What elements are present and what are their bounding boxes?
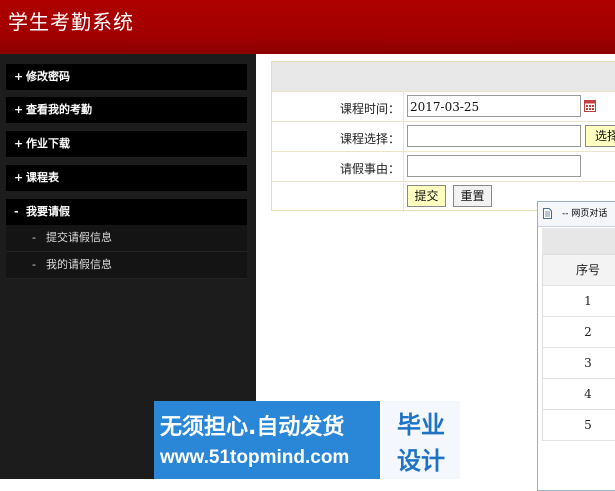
sidebar-item-request-leave[interactable]: - 我要请假	[6, 199, 247, 225]
form-row-reason: 请假事由：	[272, 151, 615, 182]
table-row[interactable]: 5	[543, 410, 615, 441]
sidebar-item-label: 课程表	[26, 171, 59, 184]
table-row[interactable]: 2	[543, 317, 615, 348]
reset-button[interactable]: 重置	[453, 185, 492, 207]
sidebar-item-label: 修改密码	[26, 70, 70, 83]
watermark-banner: 无须担心.自动发货 www.51topmind.com 毕业 设计	[154, 401, 460, 479]
select-course-button[interactable]: 选择	[585, 125, 615, 147]
dialog-titlebar[interactable]: -- 网页对话	[538, 202, 615, 227]
sidebar-item-label: 查看我的考勤	[26, 103, 92, 116]
watermark-badge-line1: 毕业	[397, 411, 445, 439]
course-select-input[interactable]	[407, 125, 581, 147]
table-header-index: 序号	[543, 254, 615, 286]
sidebar-item-my-attendance[interactable]: + 查看我的考勤	[6, 97, 247, 123]
sidebar-item-change-password[interactable]: + 修改密码	[6, 64, 247, 90]
dash-icon: -	[32, 231, 36, 244]
expand-icon: +	[14, 70, 24, 83]
expand-icon: +	[14, 171, 24, 184]
sidebar-subitem-submit-leave[interactable]: - 提交请假信息	[6, 225, 247, 252]
table-row[interactable]: 4	[543, 379, 615, 410]
leave-reason-label: 请假事由：	[339, 162, 400, 176]
form-row-time: 课程时间： 2017-03-25	[272, 91, 615, 122]
watermark-text-block: 无须担心.自动发货 www.51topmind.com	[154, 401, 380, 479]
leave-submenu: - 提交请假信息 - 我的请假信息	[6, 225, 247, 279]
calendar-icon[interactable]	[584, 100, 596, 112]
sidebar-item-label: 我要请假	[26, 205, 70, 218]
course-time-label: 课程时间：	[339, 102, 400, 116]
expand-icon: +	[14, 137, 24, 150]
leave-form: 课程时间： 2017-03-25 课程选择： 选择 请假事由： 提交 重置	[271, 61, 615, 212]
app-header: 学生考勤系统	[0, 0, 615, 54]
watermark-url: www.51topmind.com	[160, 447, 350, 468]
dialog-title: -- 网页对话	[562, 209, 608, 219]
form-header-bar	[272, 62, 615, 91]
sidebar-item-homework-download[interactable]: + 作业下载	[6, 131, 247, 157]
watermark-badge-line2: 设计	[397, 447, 445, 475]
sidebar-item-timetable[interactable]: + 课程表	[6, 165, 247, 191]
form-row-course: 课程选择： 选择	[272, 121, 615, 152]
submit-button[interactable]: 提交	[407, 185, 446, 207]
document-icon	[543, 208, 552, 219]
expand-icon: +	[14, 103, 24, 116]
dialog-toolbar	[542, 228, 615, 254]
web-dialog: -- 网页对话 序号 1 2 3 4 5	[537, 201, 615, 491]
dialog-table: 序号 1 2 3 4 5	[542, 254, 615, 441]
sidebar-subitem-label: 我的请假信息	[46, 258, 112, 271]
table-row[interactable]: 3	[543, 348, 615, 379]
leave-reason-input[interactable]	[407, 155, 581, 177]
watermark-badge: 毕业 设计	[382, 401, 460, 479]
app-title: 学生考勤系统	[8, 10, 134, 34]
dash-icon: -	[32, 258, 36, 271]
course-select-label: 课程选择：	[339, 132, 400, 146]
sidebar-item-label: 作业下载	[26, 137, 70, 150]
collapse-icon: -	[14, 205, 19, 218]
sidebar-subitem-label: 提交请假信息	[46, 231, 112, 244]
sidebar-subitem-my-leave[interactable]: - 我的请假信息	[6, 252, 247, 279]
table-row[interactable]: 1	[543, 286, 615, 317]
course-time-input[interactable]: 2017-03-25	[407, 95, 581, 117]
watermark-slogan: 无须担心.自动发货	[160, 415, 345, 440]
